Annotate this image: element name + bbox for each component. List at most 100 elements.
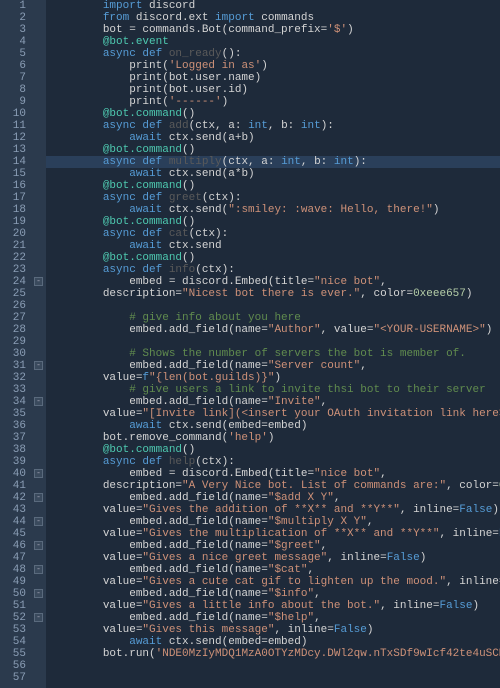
code-line[interactable]: embed.add_field(name="$info", — [50, 588, 500, 600]
line-number: 54 — [0, 636, 26, 648]
code-line[interactable]: @bot.command() — [50, 180, 500, 192]
code-line[interactable]: async def info(ctx): — [50, 264, 500, 276]
line-number: 57 — [0, 672, 26, 684]
fold-toggle-icon[interactable]: - — [34, 517, 43, 526]
code-line[interactable]: @bot.command() — [50, 144, 500, 156]
line-number: 51 — [0, 600, 26, 612]
code-line[interactable]: value=f"{len(bot.guilds)}") — [50, 372, 500, 384]
line-number: 5 — [0, 48, 26, 60]
code-line[interactable]: # give info about you here — [50, 312, 500, 324]
code-line[interactable]: # Shows the number of servers the bot is… — [50, 348, 500, 360]
line-number: 25 — [0, 288, 26, 300]
line-number: 18 — [0, 204, 26, 216]
line-number: 50 — [0, 588, 26, 600]
fold-toggle-icon[interactable]: - — [34, 541, 43, 550]
code-line[interactable]: embed = discord.Embed(title="nice bot", — [50, 276, 500, 288]
line-number: 1 — [0, 0, 26, 12]
line-number: 20 — [0, 228, 26, 240]
fold-toggle-icon[interactable]: - — [34, 565, 43, 574]
code-line[interactable]: async def on_ready(): — [50, 48, 500, 60]
line-number: 38 — [0, 444, 26, 456]
code-line[interactable]: @bot.event — [50, 36, 500, 48]
code-line[interactable]: await ctx.send(embed=embed) — [50, 636, 500, 648]
fold-toggle-icon[interactable]: - — [34, 493, 43, 502]
line-number: 33 — [0, 384, 26, 396]
code-line[interactable]: print('Logged in as') — [50, 60, 500, 72]
line-number: 14 — [0, 156, 26, 168]
code-line[interactable]: from discord.ext import commands — [50, 12, 500, 24]
code-line[interactable]: await ctx.send(":smiley: :wave: Hello, t… — [50, 204, 500, 216]
code-line[interactable]: bot.run('NDE0MzIyMDQ1MzA0OTYzMDcy.DWl2qw… — [50, 648, 500, 660]
line-number: 15 — [0, 168, 26, 180]
code-line[interactable]: embed.add_field(name="$help", — [50, 612, 500, 624]
code-line[interactable]: await ctx.send(embed=embed) — [50, 420, 500, 432]
fold-gutter: - - - - - - - - - - — [32, 0, 46, 688]
code-line[interactable]: value="Gives the addition of **X** and *… — [50, 504, 500, 516]
code-line[interactable]: async def add(ctx, a: int, b: int): — [50, 120, 500, 132]
code-line[interactable]: @bot.command() — [50, 444, 500, 456]
code-line[interactable]: await ctx.send(a*b) — [50, 168, 500, 180]
code-line[interactable]: value="Gives this message", inline=False… — [50, 624, 500, 636]
line-number: 34 — [0, 396, 26, 408]
line-number: 30 — [0, 348, 26, 360]
code-line[interactable]: value="Gives a little info about the bot… — [50, 600, 500, 612]
line-number: 12 — [0, 132, 26, 144]
line-number: 27 — [0, 312, 26, 324]
code-line[interactable]: embed.add_field(name="Server count", — [50, 360, 500, 372]
code-line[interactable]: print(bot.user.id) — [50, 84, 500, 96]
line-number: 24 — [0, 276, 26, 288]
code-line[interactable]: @bot.command() — [50, 216, 500, 228]
code-line[interactable] — [50, 300, 500, 312]
line-number: 11 — [0, 120, 26, 132]
fold-toggle-icon[interactable]: - — [34, 277, 43, 286]
code-line[interactable]: description="A Very Nice bot. List of co… — [50, 480, 500, 492]
line-number: 29 — [0, 336, 26, 348]
line-number: 42 — [0, 492, 26, 504]
line-number-gutter: 1234567891011121314151617181920212223242… — [0, 0, 32, 688]
code-line[interactable]: value="Gives a nice greet message", inli… — [50, 552, 500, 564]
code-line[interactable]: async def cat(ctx): — [50, 228, 500, 240]
code-line[interactable]: await ctx.send — [50, 240, 500, 252]
code-line[interactable]: print(bot.user.name) — [50, 72, 500, 84]
code-line[interactable]: embed.add_field(name="$multiply X Y", — [50, 516, 500, 528]
code-line[interactable]: value="Gives the multiplication of **X**… — [50, 528, 500, 540]
code-line[interactable]: value="Gives a cute cat gif to lighten u… — [50, 576, 500, 588]
code-line[interactable]: print('------') — [50, 96, 500, 108]
line-number: 47 — [0, 552, 26, 564]
code-line[interactable]: embed.add_field(name="Invite", — [50, 396, 500, 408]
code-line[interactable] — [50, 672, 500, 684]
code-line[interactable]: @bot.command() — [50, 252, 500, 264]
code-line[interactable]: embed.add_field(name="Author", value="<Y… — [50, 324, 500, 336]
fold-toggle-icon[interactable]: - — [34, 613, 43, 622]
code-line[interactable]: await ctx.send(a+b) — [50, 132, 500, 144]
code-line[interactable]: bot = commands.Bot(command_prefix='$') — [50, 24, 500, 36]
code-line[interactable]: async def greet(ctx): — [50, 192, 500, 204]
code-line[interactable] — [50, 660, 500, 672]
code-line[interactable]: embed = discord.Embed(title="nice bot", — [50, 468, 500, 480]
fold-toggle-icon[interactable]: - — [34, 397, 43, 406]
code-line[interactable] — [50, 336, 500, 348]
line-number: 53 — [0, 624, 26, 636]
code-line[interactable]: async def multiply(ctx, a: int, b: int): — [50, 156, 500, 168]
line-number: 3 — [0, 24, 26, 36]
line-number: 48 — [0, 564, 26, 576]
code-line[interactable]: async def help(ctx): — [50, 456, 500, 468]
code-line[interactable]: bot.remove_command('help') — [50, 432, 500, 444]
line-number: 9 — [0, 96, 26, 108]
line-number: 39 — [0, 456, 26, 468]
line-number: 45 — [0, 528, 26, 540]
code-line[interactable]: description="Nicest bot there is ever.",… — [50, 288, 500, 300]
fold-toggle-icon[interactable]: - — [34, 361, 43, 370]
code-editor[interactable]: import discord from discord.ext import c… — [46, 0, 500, 688]
code-line[interactable]: @bot.command() — [50, 108, 500, 120]
code-line[interactable]: embed.add_field(name="$cat", — [50, 564, 500, 576]
line-number: 37 — [0, 432, 26, 444]
fold-toggle-icon[interactable]: - — [34, 469, 43, 478]
code-line[interactable]: embed.add_field(name="$add X Y", — [50, 492, 500, 504]
code-line[interactable]: embed.add_field(name="$greet", — [50, 540, 500, 552]
line-number: 28 — [0, 324, 26, 336]
code-line[interactable]: value="[Invite link](<insert your OAuth … — [50, 408, 500, 420]
code-line[interactable]: import discord — [50, 0, 500, 12]
fold-toggle-icon[interactable]: - — [34, 589, 43, 598]
code-line[interactable]: # give users a link to invite thsi bot t… — [50, 384, 500, 396]
